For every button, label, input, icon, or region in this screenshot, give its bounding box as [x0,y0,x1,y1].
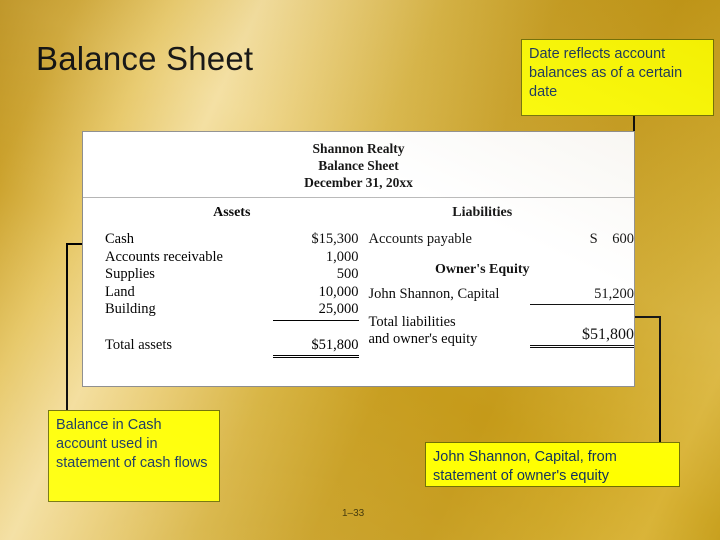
liabilities-row-label: Accounts payable [368,231,472,247]
liabilities-row-amount: S 600 [589,231,634,247]
statement-date: December 31, 20xx [304,175,413,190]
equity-row-amount: 51,200 [530,286,634,305]
liabilities-equity-total-row: Total liabilities and owner's equity $51… [369,314,634,348]
assets-row-amount: 10,000 [318,283,359,300]
liabilities-equity-column: Liabilities Accounts payable S 600 Owner… [359,205,635,358]
assets-row: Supplies 500 [105,266,359,284]
total-label-line2: and owner's equity [368,331,478,347]
assets-row-label: Cash [105,231,134,247]
cash-callout: Balance in Cash account used in statemen… [48,410,220,502]
liabilities-row: Accounts payable S 600 [369,231,635,249]
page-title: Balance Sheet [36,40,254,77]
assets-row-label: Building [105,301,156,317]
assets-row-label: Supplies [105,266,155,282]
assets-row: Building 25,000 [105,301,359,321]
assets-total-amount: $51,800 [272,337,359,358]
assets-row-amount: 25,000 [272,301,359,321]
assets-row-amount: 1,000 [325,248,359,265]
statement-header: Shannon Realty Balance Sheet December 31… [83,132,634,191]
assets-column: Assets Cash $15,300 Accounts receivable … [83,205,359,358]
liabilities-heading: Liabilities [452,205,513,220]
page-number: 1–33 [342,508,365,519]
assets-row: Cash $15,300 [105,231,359,249]
equity-row-label: John Shannon, Capital [368,285,500,302]
assets-row: Accounts receivable 1,000 [105,249,359,267]
connector-capital-vertical [659,316,661,446]
statement-company: Shannon Realty [312,141,405,156]
date-callout: Date reflects account balances as of a c… [521,39,714,116]
equity-row: John Shannon, Capital 51,200 [368,285,634,305]
total-label-line1: Total liabilities [368,314,456,330]
liabilities-equity-total-amount: $51,800 [530,326,634,348]
slide: Balance Sheet Shannon Realty Balance She… [0,0,720,540]
assets-row-amount: 500 [336,266,359,282]
statement-title: Balance Sheet [318,158,399,173]
equity-heading: Owner's Equity [434,261,530,277]
assets-row-label: Accounts receivable [105,248,223,265]
assets-row: Land 10,000 [105,284,359,302]
liabilities-equity-total-label: Total liabilities and owner's equity [369,314,531,348]
assets-total-row: Total assets $51,800 [105,336,359,358]
connector-cash-vertical [66,243,68,413]
assets-row-amount: $15,300 [311,231,359,247]
assets-total-label: Total assets [105,336,173,353]
statement-body: Assets Cash $15,300 Accounts receivable … [83,198,634,358]
capital-callout: John Shannon, Capital, from statement of… [425,442,680,487]
balance-sheet-statement: Shannon Realty Balance Sheet December 31… [82,131,635,387]
assets-row-label: Land [105,283,135,300]
assets-heading: Assets [213,205,251,220]
